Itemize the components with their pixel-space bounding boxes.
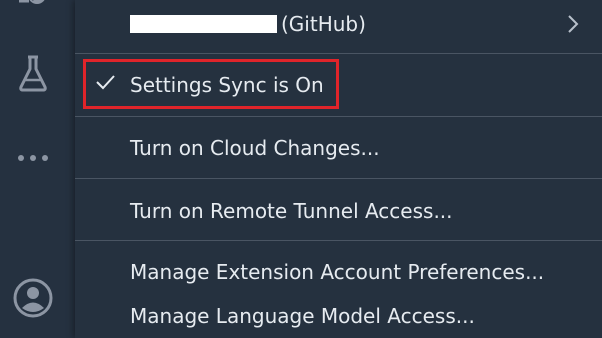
chevron-right-icon xyxy=(568,15,579,33)
menu-item-extension-prefs[interactable]: Manage Extension Account Preferences... xyxy=(75,250,602,294)
cloud-changes-label: Turn on Cloud Changes... xyxy=(130,136,380,160)
separator xyxy=(75,53,602,54)
menu-item-github-account[interactable]: (GitHub) xyxy=(75,2,602,46)
accounts-top-icon[interactable] xyxy=(12,0,54,20)
account-icon[interactable] xyxy=(12,277,54,319)
separator xyxy=(75,116,602,117)
extension-prefs-label: Manage Extension Account Preferences... xyxy=(130,260,545,284)
menu-item-language-model[interactable]: Manage Language Model Access... xyxy=(75,294,602,338)
flask-icon[interactable] xyxy=(12,52,54,94)
more-icon[interactable] xyxy=(12,137,54,179)
highlight-box xyxy=(83,59,339,109)
separator xyxy=(75,178,602,179)
menu-item-cloud-changes[interactable]: Turn on Cloud Changes... xyxy=(75,126,602,170)
activity-bar xyxy=(0,0,75,338)
remote-tunnel-label: Turn on Remote Tunnel Access... xyxy=(130,199,453,223)
window: (GitHub) Settings Sync is On Turn on Clo… xyxy=(0,0,602,338)
accounts-menu: (GitHub) Settings Sync is On Turn on Clo… xyxy=(75,0,602,338)
separator xyxy=(75,240,602,241)
github-account-label: (GitHub) xyxy=(130,12,366,36)
language-model-label: Manage Language Model Access... xyxy=(130,304,475,328)
redacted-username xyxy=(130,15,277,33)
menu-item-remote-tunnel[interactable]: Turn on Remote Tunnel Access... xyxy=(75,189,602,233)
